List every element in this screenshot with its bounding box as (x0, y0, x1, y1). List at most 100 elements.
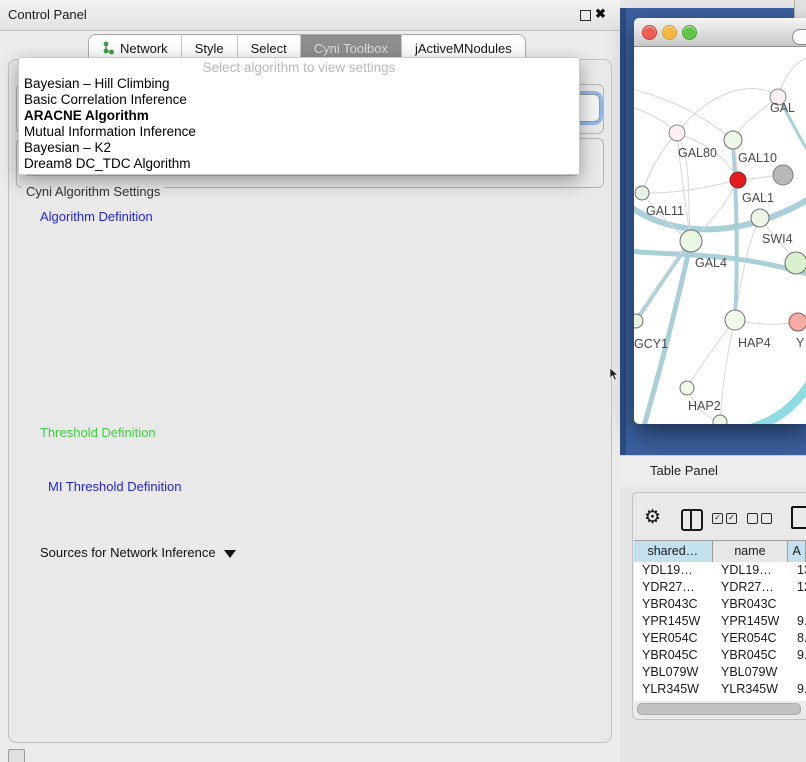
table-cell (789, 596, 806, 613)
control-panel-titlebar (0, 0, 620, 31)
tab-label: jActiveMNodules (415, 41, 512, 56)
table-cell: YBR045C (634, 647, 713, 664)
mi-threshold-group-title: MI Threshold Definition (44, 479, 185, 494)
tab-label: Select (251, 41, 287, 56)
table-row[interactable]: YDR27…YDR27…12 (634, 579, 806, 596)
table-cell (789, 664, 806, 681)
table-cell: 12 (789, 579, 806, 596)
minimize-traffic-light-icon[interactable] (662, 25, 677, 40)
node-label: SWI4 (762, 232, 793, 246)
algorithm-option[interactable]: Bayesian – K2 (19, 140, 579, 156)
cyni-settings-title: Cyni Algorithm Settings (22, 184, 164, 199)
table-cell: 9. (789, 613, 806, 630)
algorithm-option[interactable]: Dream8 DC_TDC Algorithm (19, 156, 579, 172)
network-node-hap4[interactable] (725, 310, 745, 330)
table-cell: YDL19… (713, 562, 789, 579)
algorithm-option[interactable]: Mutual Information Inference (19, 124, 579, 140)
network-node-gal10[interactable] (724, 131, 742, 149)
network-node-swi4[interactable] (751, 209, 769, 227)
node-label: GAL4 (695, 256, 727, 270)
network-node-gal1[interactable] (730, 172, 746, 188)
checked-boxes-icon[interactable]: ✓✓ (712, 513, 737, 524)
zoom-traffic-light-icon[interactable] (682, 25, 697, 40)
network-node[interactable] (713, 415, 727, 424)
node-label: HAP4 (738, 336, 771, 350)
network-node-gal80[interactable] (669, 125, 685, 141)
table-row[interactable]: YDL19…YDL19…13 (634, 562, 806, 579)
table-header-row: shared…nameA (634, 540, 806, 564)
table-cell: YLR345W (634, 681, 713, 698)
table-cell: YLR345W (713, 681, 789, 698)
node-label: GAL11 (646, 204, 684, 218)
mouse-cursor (610, 368, 620, 381)
table-panel-title: Table Panel (650, 463, 718, 478)
table-cell: 13 (789, 562, 806, 579)
table-row[interactable]: YPR145WYPR145W9. (634, 613, 806, 630)
table-cell: 9. (789, 681, 806, 698)
table-cell: YDR27… (634, 579, 713, 596)
table-cell: YPR145W (634, 613, 713, 630)
node-label: HAP2 (688, 399, 721, 413)
column-header[interactable]: A (788, 541, 806, 563)
network-icon (102, 41, 115, 55)
threshold-group-title: Threshold Definition (36, 425, 160, 440)
minimized-panel-icon[interactable] (8, 749, 25, 762)
control-panel-title: Control Panel (8, 7, 87, 22)
node-label: GAL80 (678, 146, 717, 160)
collapse-arrow-icon (224, 550, 236, 558)
algorithm-dropdown-popup: Select algorithm to view settings Bayesi… (18, 57, 580, 175)
network-node[interactable] (773, 165, 793, 185)
tab-label: Style (195, 41, 224, 56)
desktop-top-strip (620, 0, 806, 8)
table-cell: YBR043C (713, 596, 789, 613)
table-cell: YDL19… (634, 562, 713, 579)
network-node-gcy1[interactable] (634, 314, 643, 328)
table-hscrollbar-thumb[interactable] (637, 703, 801, 715)
document-icon[interactable] (791, 506, 806, 529)
table-cell: YPR145W (713, 613, 789, 630)
close-icon[interactable]: ✖ (595, 6, 606, 22)
column-header[interactable]: shared… (634, 541, 713, 563)
node-label: GAL10 (738, 151, 777, 165)
algorithm-list: Bayesian – Hill ClimbingBasic Correlatio… (19, 76, 579, 172)
gear-icon[interactable]: ⚙ (644, 506, 661, 529)
network-canvas[interactable]: GALGAL80GAL10GAL1GAL11SWI4GAL4GCY1HAP4YH… (634, 46, 806, 424)
tab-label: Network (120, 41, 168, 56)
algorithm-option[interactable]: Bayesian – Hill Climbing (19, 76, 579, 92)
table-cell: YER054C (634, 630, 713, 647)
split-columns-icon[interactable] (681, 509, 703, 531)
network-node-y[interactable] (789, 313, 806, 331)
column-header[interactable]: name (713, 541, 789, 563)
table-row[interactable]: YBR043CYBR043C (634, 596, 806, 613)
network-edge-cyan (752, 376, 806, 424)
table-cell: YBR045C (713, 647, 789, 664)
node-label: Y (796, 336, 805, 350)
table-row[interactable]: YER054CYER054C8. (634, 630, 806, 647)
network-node-hap2[interactable] (680, 381, 694, 395)
network-window-titlebar[interactable] (634, 18, 806, 47)
unchecked-boxes-icon[interactable] (747, 513, 772, 524)
tab-label: Cyni Toolbox (314, 41, 388, 56)
algorithm-option[interactable]: Basic Correlation Inference (19, 92, 579, 108)
network-node-gal4[interactable] (680, 230, 702, 252)
table-row[interactable]: YLR345WYLR345W9. (634, 681, 806, 698)
popup-placeholder: Select algorithm to view settings (19, 58, 579, 76)
sources-group-title[interactable]: Sources for Network Inference (36, 545, 240, 560)
table-cell: YER054C (713, 630, 789, 647)
node-label: GAL1 (742, 191, 774, 205)
algorithm-option[interactable]: ARACNE Algorithm (19, 108, 579, 124)
table-body: YDL19…YDL19…13YDR27…YDR27…12YBR043CYBR04… (634, 562, 806, 701)
table-cell: YBL079W (713, 664, 789, 681)
sources-title-text: Sources for Network Inference (40, 545, 216, 560)
table-row[interactable]: YBL079WYBL079W (634, 664, 806, 681)
network-node-gal11[interactable] (635, 186, 649, 200)
table-row[interactable]: YBR045CYBR045C9. (634, 647, 806, 664)
table-cell: YBR043C (634, 596, 713, 613)
screen: Control Panel ✖ Network Style Select Cyni T… (0, 0, 806, 762)
table-cell: 8. (789, 630, 806, 647)
close-traffic-light-icon[interactable] (642, 25, 657, 40)
network-node[interactable] (785, 252, 806, 274)
float-window-icon[interactable] (580, 10, 591, 21)
table-cell: YDR27… (713, 579, 789, 596)
algorithm-definition-title: Algorithm Definition (36, 209, 157, 224)
